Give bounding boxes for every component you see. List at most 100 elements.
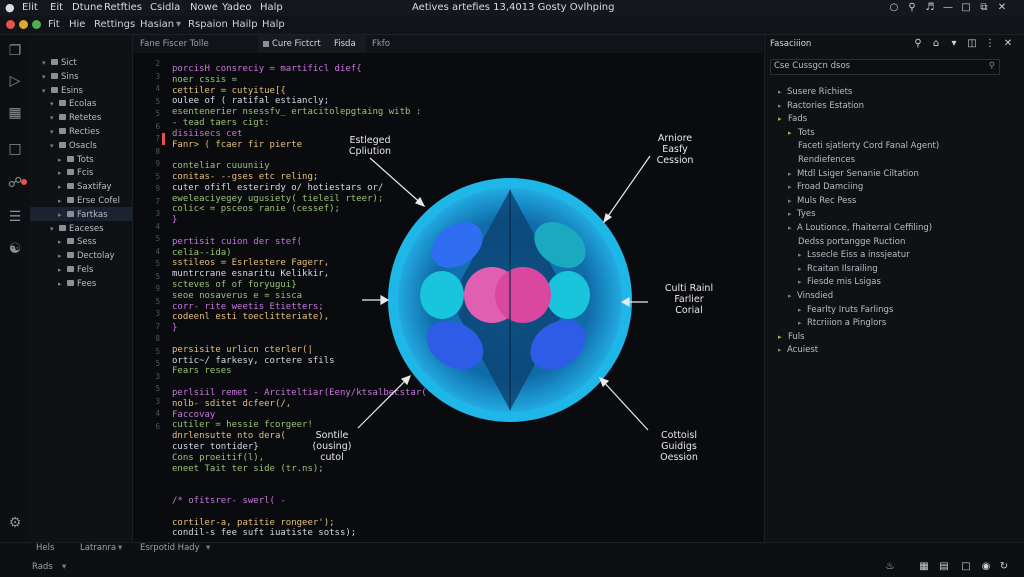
more-icon[interactable]: ⋮: [984, 38, 996, 50]
explorer-item[interactable]: ▾ Retetes: [50, 112, 101, 125]
title-menu-item[interactable]: Nowe: [190, 2, 218, 14]
extensions-icon[interactable]: ▦: [6, 104, 24, 122]
chevron-right-icon[interactable]: ▸: [798, 304, 807, 317]
tab-4[interactable]: Fkfo: [372, 38, 390, 51]
tab-2[interactable]: Cure Fictcrt: [272, 38, 321, 51]
chevron-right-icon[interactable]: ▸: [798, 263, 807, 276]
explorer-item[interactable]: ▸ Sess: [58, 236, 96, 249]
chevron-right-icon[interactable]: ▸: [788, 127, 798, 140]
search-icon[interactable]: ⚲: [912, 38, 924, 50]
outline-item[interactable]: ▸ Fiesde mis Lsigas: [798, 276, 881, 289]
outline-item[interactable]: ▸ Lssecle Eiss a inssjeatur: [798, 249, 910, 262]
chevron-down-icon[interactable]: ▾: [948, 38, 960, 50]
run-icon[interactable]: ▷: [6, 72, 24, 90]
chevron-right-icon[interactable]: ▸: [788, 290, 797, 303]
explorer-item[interactable]: ▾ Esins: [42, 85, 83, 98]
terminal-icon[interactable]: □: [960, 561, 972, 573]
search-icon[interactable]: ⚲: [906, 2, 918, 14]
person-icon[interactable]: ☯: [6, 240, 24, 258]
outline-item[interactable]: ▸ Rtcriiion a Pinglors: [798, 317, 886, 330]
explorer-item[interactable]: ▸ Saxtifay: [58, 181, 112, 194]
explorer-item[interactable]: ▾ Sict: [42, 57, 77, 70]
chevron-down-icon[interactable]: ▾: [206, 542, 210, 554]
chevron-down-icon[interactable]: ▾: [50, 98, 59, 111]
panel-icon[interactable]: ▤: [938, 561, 950, 573]
outline-item[interactable]: ▸ Mtdl Lsiger Senanie Ciltation: [788, 168, 919, 181]
chevron-down-icon[interactable]: ▾: [62, 561, 66, 573]
explorer-item[interactable]: ▸ Dectolay: [58, 250, 115, 263]
window-zoom-button[interactable]: [32, 20, 41, 29]
breakpoint-marker[interactable]: [162, 133, 165, 145]
explorer-item[interactable]: ▸ Fees: [58, 278, 96, 291]
chevron-right-icon[interactable]: ▸: [788, 181, 797, 194]
status-item-1[interactable]: Hels: [36, 542, 54, 554]
settings-icon[interactable]: ⚙: [6, 514, 24, 532]
title-menu-item[interactable]: Halp: [260, 2, 283, 14]
chevron-down-icon[interactable]: ▾: [50, 126, 59, 139]
explorer-item[interactable]: ▸ Fartkas: [58, 209, 108, 222]
chevron-right-icon[interactable]: ▸: [778, 344, 787, 357]
chevron-down-icon[interactable]: ▾: [50, 223, 59, 236]
chevron-right-icon[interactable]: ▸: [58, 209, 67, 222]
sound-icon[interactable]: ♬: [924, 2, 936, 14]
explorer-item[interactable]: ▾ Osacls: [50, 140, 97, 153]
outline-item[interactable]: ▸ A Loutionce, fhaiterral Ceffiling): [788, 222, 932, 235]
chevron-right-icon[interactable]: ▸: [798, 276, 807, 289]
title-menu-item[interactable]: Dtune: [72, 2, 102, 14]
chevron-right-icon[interactable]: ▸: [788, 195, 797, 208]
explorer-item[interactable]: ▾ Eaceses: [50, 223, 104, 236]
chevron-right-icon[interactable]: ▸: [788, 208, 797, 221]
outline-item[interactable]: Rendiefences: [798, 154, 855, 167]
close-icon[interactable]: ✕: [1002, 38, 1014, 50]
tab-1[interactable]: Fane Fiscer Tolle: [140, 38, 209, 51]
chevron-down-icon[interactable]: ▾: [42, 85, 51, 98]
broadcast-icon[interactable]: ◉: [980, 561, 992, 573]
explorer-icon[interactable]: ❐: [6, 42, 24, 60]
chevron-right-icon[interactable]: ▸: [778, 86, 787, 99]
chevron-down-icon[interactable]: ▾: [50, 140, 59, 153]
outline-item[interactable]: ▸ Ractories Estation: [778, 100, 864, 113]
explorer-item[interactable]: ▾ Ecolas: [50, 98, 96, 111]
chevron-right-icon[interactable]: ▸: [58, 181, 67, 194]
status-mode[interactable]: Rads: [32, 561, 53, 573]
minimize-icon[interactable]: —: [942, 2, 954, 14]
menu-item[interactable]: Halp: [262, 18, 285, 31]
window-close-button[interactable]: [6, 20, 15, 29]
maximize-icon[interactable]: □: [960, 2, 972, 14]
title-menu-item[interactable]: Elit: [22, 2, 38, 14]
chevron-right-icon[interactable]: ▸: [58, 278, 67, 291]
chevron-right-icon[interactable]: ▸: [778, 331, 788, 344]
menu-item[interactable]: Rettings: [94, 18, 135, 31]
restore-icon[interactable]: ⧉: [978, 2, 990, 14]
chevron-down-icon[interactable]: ▾: [176, 18, 181, 31]
status-item-2[interactable]: Latranra: [80, 542, 116, 554]
chevron-right-icon[interactable]: ▸: [58, 154, 67, 167]
chevron-down-icon[interactable]: ▾: [50, 112, 59, 125]
wifi-icon[interactable]: ○: [888, 2, 900, 14]
outline-item[interactable]: ▸ Fearlty Iruts Farlings: [798, 304, 893, 317]
outline-item[interactable]: ▸ Muls Rec Pess: [788, 195, 856, 208]
chevron-right-icon[interactable]: ▸: [58, 167, 67, 180]
chevron-down-icon[interactable]: ▾: [42, 71, 51, 84]
outline-item[interactable]: ▸ Froad Damciing: [788, 181, 863, 194]
layout-icon[interactable]: ▦: [918, 561, 930, 573]
explorer-item[interactable]: ▸ Tots: [58, 154, 94, 167]
chevron-down-icon[interactable]: ▾: [118, 542, 122, 554]
chevron-right-icon[interactable]: ▸: [778, 100, 787, 113]
title-menu-item[interactable]: Csidla: [150, 2, 180, 14]
chevron-right-icon[interactable]: ▸: [788, 222, 797, 235]
outline-item[interactable]: ▸ Vinsdied: [788, 290, 833, 303]
sync-icon[interactable]: ↻: [998, 561, 1010, 573]
explorer-item[interactable]: ▸ Fcis: [58, 167, 93, 180]
chevron-right-icon[interactable]: ▸: [798, 317, 807, 330]
split-icon[interactable]: ◫: [966, 38, 978, 50]
chevron-down-icon[interactable]: ▾: [42, 57, 51, 70]
chevron-right-icon[interactable]: ▸: [58, 236, 67, 249]
title-menu-item[interactable]: Eit: [50, 2, 63, 14]
title-menu-item[interactable]: Yadeo: [222, 2, 251, 14]
menu-item[interactable]: Hie: [69, 18, 85, 31]
explorer-item[interactable]: ▾ Sins: [42, 71, 79, 84]
apple-icon[interactable]: ●: [5, 2, 15, 14]
files-icon[interactable]: □: [6, 140, 24, 158]
outline-item[interactable]: ▸ Acuiest: [778, 344, 818, 357]
